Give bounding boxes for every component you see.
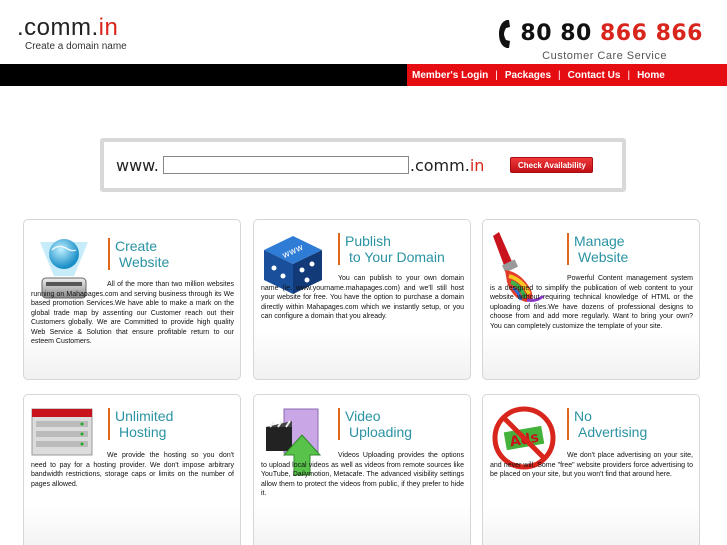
card-title: Create Website <box>108 238 169 270</box>
domain-name-input[interactable] <box>162 156 409 174</box>
card-title: No Advertising <box>567 408 647 440</box>
nav-separator: | <box>558 69 561 81</box>
card-title: Video Uploading <box>338 408 412 440</box>
feature-card-publish-domain: www Publish to Your Domain You can publis… <box>253 219 471 380</box>
customer-care-label: Customer Care Service <box>542 50 667 62</box>
card-description: We don't place advertising on your site,… <box>490 452 693 478</box>
nav-separator: | <box>627 69 631 81</box>
nav-packages[interactable]: Packages <box>505 70 551 81</box>
server-rack-icon <box>31 408 93 456</box>
check-availability-button[interactable]: Check Availability <box>510 157 594 173</box>
logo-text: .comm.in <box>17 14 119 41</box>
nav-separator: | <box>495 69 498 81</box>
card-description: We provide the hosting so you don't need… <box>31 452 234 488</box>
phone-icon <box>499 20 511 48</box>
card-title: Publish to Your Domain <box>338 233 445 265</box>
card-title: Unlimited Hosting <box>108 408 173 440</box>
main-nav: Member's Login | Packages | Contact Us |… <box>0 64 727 86</box>
feature-card-unlimited-hosting: Unlimited Hosting We provide the hosting … <box>23 394 241 545</box>
card-description: All of the more than two million website… <box>31 281 234 345</box>
site-header: .comm.in Create a domain name 80 80 866 … <box>0 0 727 64</box>
nav-member-login[interactable]: Member's Login <box>412 70 488 81</box>
card-description: Videos Uploading provides the options to… <box>261 452 464 497</box>
feature-card-no-advertising: Ads NoAdvertising We don't place adverti… <box>482 394 700 545</box>
nav-home[interactable]: Home <box>637 70 665 81</box>
tld-suffix: .comm.in <box>409 155 485 175</box>
card-title: Manage Website <box>567 233 628 265</box>
logo-tagline: Create a domain name <box>25 41 127 52</box>
www-prefix: www. <box>116 155 159 175</box>
customer-care: 80 80 866 866 Customer Care Service <box>498 19 703 62</box>
domain-search-box: www. .comm.in Check Availability <box>100 138 626 192</box>
feature-card-manage-website: Manage Website Powerful Content managemen… <box>482 219 700 380</box>
card-description: You can publish to your own domain name … <box>261 275 464 320</box>
card-description: Powerful Content management system is a … <box>490 275 693 330</box>
nav-contact-us[interactable]: Contact Us <box>568 70 621 81</box>
feature-card-create-website: Create Website All of the more than two m… <box>23 219 241 380</box>
phone-number: 80 80 866 866 <box>520 21 703 46</box>
nav-links: Member's Login | Packages | Contact Us |… <box>407 64 727 86</box>
site-logo[interactable]: .comm.in Create a domain name <box>17 14 127 53</box>
feature-card-video-uploading: Video Uploading Videos Uploading provides… <box>253 394 471 545</box>
